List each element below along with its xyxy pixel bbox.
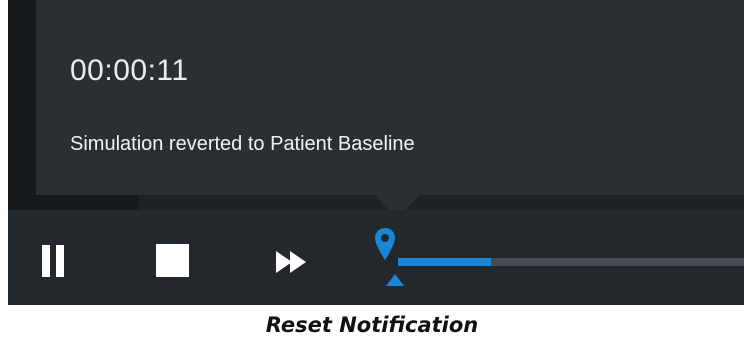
timeline-progress <box>398 258 492 266</box>
screenshot-frame: 00:00:11 Simulation reverted to Patient … <box>0 0 744 305</box>
fast-forward-button[interactable] <box>273 247 311 277</box>
notification-popup: 00:00:11 Simulation reverted to Patient … <box>36 0 744 195</box>
playback-controls <box>8 210 744 305</box>
figure-caption: Reset Notification <box>265 313 479 337</box>
stop-button[interactable] <box>156 244 189 277</box>
fast-forward-icon <box>276 251 306 273</box>
triangle-up-icon[interactable] <box>386 274 404 286</box>
pause-button[interactable] <box>42 245 64 277</box>
map-pin-icon[interactable] <box>373 227 397 263</box>
pause-icon-bar <box>56 245 64 277</box>
pause-icon <box>42 245 50 277</box>
notification-timestamp: 00:00:11 <box>70 54 189 87</box>
notification-message: Simulation reverted to Patient Baseline <box>70 133 415 155</box>
timeline-track[interactable] <box>398 258 744 266</box>
